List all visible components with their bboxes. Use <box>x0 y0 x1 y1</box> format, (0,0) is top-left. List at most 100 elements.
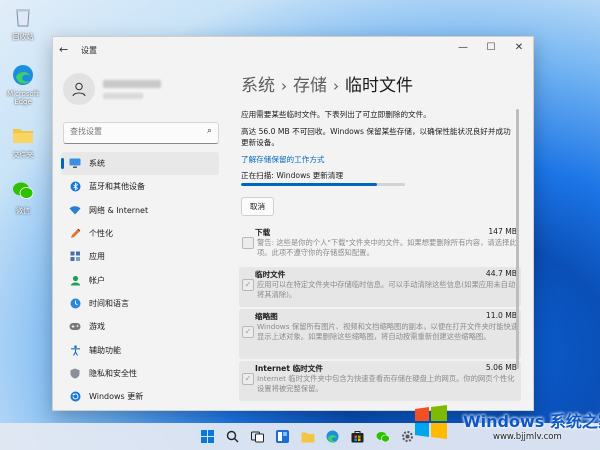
task-view-icon[interactable] <box>248 427 267 446</box>
checkbox[interactable]: ✓ <box>242 373 254 385</box>
globe-clock-icon <box>69 297 81 309</box>
accessibility-icon <box>69 344 81 356</box>
temp-files-list: 下载 147 MB 警告: 这些是你的个人"下载"文件夹中的文件。如果想要删除所… <box>239 225 521 403</box>
store-icon[interactable] <box>348 427 367 446</box>
sidebar-item-system[interactable]: 系统 <box>61 152 219 176</box>
edge-icon[interactable] <box>323 427 342 446</box>
item-size: 5.06 MB <box>485 363 517 372</box>
sidebar-item-label: 辅助功能 <box>89 345 121 355</box>
sidebar-item-privacy[interactable]: 隐私和安全性 <box>61 362 219 385</box>
desktop-icon-label: Microsoft Edge <box>7 90 39 106</box>
wechat-icon <box>10 178 36 204</box>
sidebar-item-personalization[interactable]: 个性化 <box>61 222 219 245</box>
back-button[interactable]: ← <box>59 43 73 57</box>
maximize-button[interactable]: ☐ <box>477 37 505 59</box>
page-title: 临时文件 <box>345 76 413 96</box>
list-item-thumbnails[interactable]: ✓ 缩略图 11.0 MB Windows 保留所有图片、视频和文档缩略图的副本… <box>239 309 521 359</box>
search-input[interactable] <box>70 127 198 136</box>
item-description: Windows 保留所有图片、视频和文档缩略图的副本，以便在打开文件夹时能快速显… <box>257 322 519 341</box>
list-item-temp-files[interactable]: ✓ 临时文件 44.7 MB 应用可以在特定文件夹中存储临时信息。可以手动清除这… <box>239 267 521 307</box>
item-title: 缩略图 <box>255 312 278 321</box>
sidebar-item-label: 隐私和安全性 <box>89 368 137 378</box>
desktop-icon-edge[interactable]: Microsoft Edge <box>4 62 42 106</box>
desktop-icon-wechat[interactable]: 微信 <box>4 178 42 216</box>
breadcrumb-item-system[interactable]: 系统 <box>241 76 275 96</box>
watermark: Windows 系统之家 www.bjjmlv.com <box>405 378 600 450</box>
item-description: 应用可以在特定文件夹中存储临时信息。可以手动清除这些信息(如果应用未自动将其清除… <box>257 280 516 299</box>
app-title: 设置 <box>81 46 97 55</box>
sidebar-item-label: 个性化 <box>89 229 113 239</box>
windows-start-icon[interactable] <box>198 427 217 446</box>
search-icon[interactable]: ⌕ <box>207 126 212 136</box>
reserved-storage-info: 高达 56.0 MB 不可回收。Windows 保留某些存储，以确保性能状况良好… <box>241 127 511 147</box>
widgets-icon[interactable] <box>273 427 292 446</box>
settings-search[interactable]: ⌕ <box>63 122 219 144</box>
file-explorer-icon[interactable] <box>298 427 317 446</box>
sidebar-item-accessibility[interactable]: 辅助功能 <box>61 338 219 361</box>
desktop-icon-recycle-bin[interactable]: 回收站 <box>4 4 42 42</box>
item-title: 临时文件 <box>255 270 286 279</box>
scanning-status: 正在扫描: Windows 更新清理 <box>241 171 344 180</box>
checkbox[interactable]: ✓ <box>242 279 254 291</box>
scan-progress-bar <box>241 183 405 186</box>
sidebar-item-gaming[interactable]: 游戏 <box>61 315 219 338</box>
taskbar-icons <box>198 427 417 446</box>
profile-email-redacted <box>103 93 143 99</box>
item-description: 警告: 这些是你的个人"下载"文件夹中的文件。如果想要删除所有内容，请选择此项。… <box>257 238 517 257</box>
sidebar-item-network[interactable]: 网络 & Internet <box>61 199 219 222</box>
sidebar-item-label: 网络 & Internet <box>89 205 149 215</box>
desktop-icon-label: 回收站 <box>12 33 34 41</box>
sidebar-item-label: Windows 更新 <box>89 392 144 402</box>
sidebar-item-label: 应用 <box>89 252 105 262</box>
minimize-button[interactable]: — <box>449 37 477 59</box>
scan-progress-fill <box>241 183 378 186</box>
settings-window: ← 设置 — ☐ ✕ ⌕ 系统 蓝牙和其他设备 网络 & Internet <box>52 36 534 411</box>
watermark-title: Windows 系统之家 <box>463 412 600 431</box>
sidebar-item-apps[interactable]: 应用 <box>61 245 219 268</box>
list-item-downloads[interactable]: 下载 147 MB 警告: 这些是你的个人"下载"文件夹中的文件。如果想要删除所… <box>239 225 521 265</box>
checkbox[interactable] <box>242 237 254 249</box>
breadcrumb-separator: › <box>281 77 287 95</box>
sidebar-item-label: 游戏 <box>89 322 105 332</box>
sidebar-item-accounts[interactable]: 帐户 <box>61 268 219 291</box>
desktop-icon-folder[interactable]: 文件夹 <box>4 122 42 160</box>
cancel-button[interactable]: 取消 <box>241 197 274 216</box>
breadcrumb-item-storage[interactable]: 存储 <box>293 76 327 96</box>
desktop-icon-label: 微信 <box>16 207 30 215</box>
account-icon <box>69 274 81 286</box>
sidebar-item-label: 蓝牙和其他设备 <box>89 182 145 192</box>
sidebar-item-label: 系统 <box>89 159 105 169</box>
wifi-icon <box>69 204 81 216</box>
profile-name-redacted <box>103 80 161 88</box>
search-icon[interactable] <box>223 427 242 446</box>
item-size: 44.7 MB <box>485 269 517 278</box>
apps-icon <box>69 251 81 263</box>
sidebar-item-label: 帐户 <box>89 275 105 285</box>
intro-text: 应用需要某些临时文件。下表列出了可立即删除的文件。 <box>241 110 431 119</box>
learn-reserved-storage-link[interactable]: 了解存储保留的工作方式 <box>241 154 325 165</box>
sidebar-nav: 系统 蓝牙和其他设备 网络 & Internet 个性化 应用 帐户 时间和语言 <box>61 152 219 408</box>
item-size: 147 MB <box>488 227 517 236</box>
windows-logo-icon <box>413 404 449 440</box>
sidebar-item-windows-update[interactable]: Windows 更新 <box>61 385 219 408</box>
sidebar-item-time-language[interactable]: 时间和语言 <box>61 292 219 315</box>
sidebar-item-bluetooth[interactable]: 蓝牙和其他设备 <box>61 175 219 198</box>
brush-icon <box>69 228 81 240</box>
watermark-url: www.bjjmlv.com <box>493 432 562 442</box>
window-controls: — ☐ ✕ <box>449 37 533 59</box>
item-title: Internet 临时文件 <box>255 364 323 373</box>
edge-icon <box>10 62 36 88</box>
desktop-icon-label: 文件夹 <box>12 151 34 159</box>
scrollbar[interactable] <box>516 109 519 369</box>
avatar <box>63 73 95 105</box>
checkbox[interactable]: ✓ <box>242 326 254 338</box>
close-button[interactable]: ✕ <box>505 37 533 59</box>
monitor-icon <box>69 158 81 170</box>
title-bar: ← 设置 — ☐ ✕ <box>53 37 533 63</box>
shield-icon <box>69 367 81 379</box>
wechat-icon[interactable] <box>373 427 392 446</box>
bluetooth-icon <box>69 181 81 193</box>
item-size: 11.0 MB <box>485 311 517 320</box>
update-icon <box>69 391 81 403</box>
recycle-bin-icon <box>10 4 36 30</box>
